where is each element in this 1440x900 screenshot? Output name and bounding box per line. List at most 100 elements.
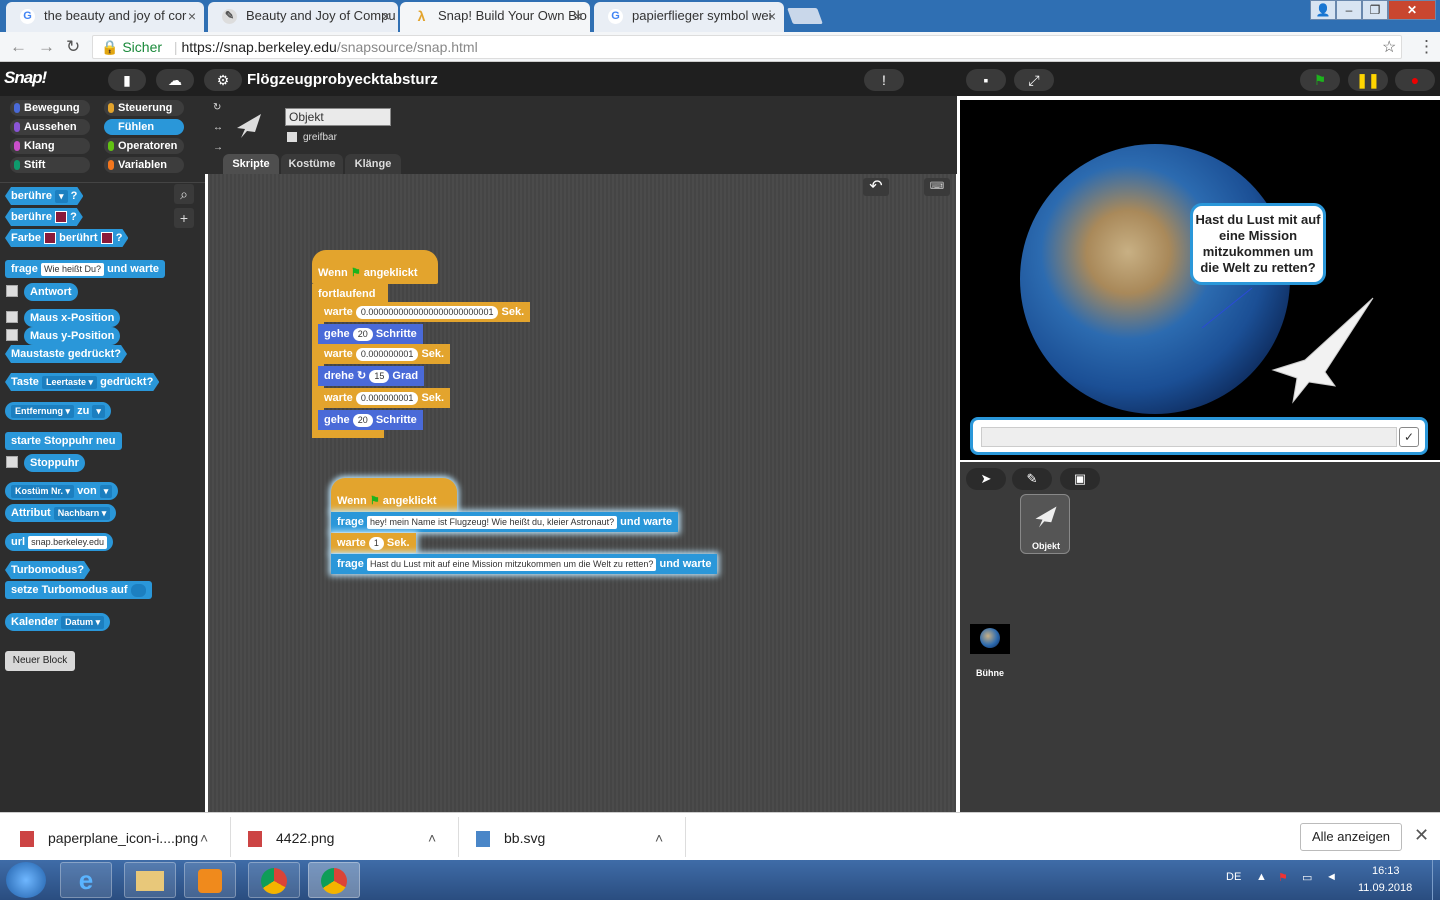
block-starte-stoppuhr[interactable]: starte Stoppuhr neu <box>5 432 122 450</box>
hat-when-flag-clicked[interactable]: Wenn ⚑ angeklickt <box>312 250 438 284</box>
close-tab-icon[interactable]: × <box>768 2 776 30</box>
network-icon[interactable]: ▭ <box>1302 871 1312 884</box>
block-gehe[interactable]: gehe 20 Schritte <box>318 410 423 430</box>
category-stift[interactable]: Stift <box>10 157 90 173</box>
minimize-icon[interactable]: – <box>1336 0 1362 20</box>
watcher-checkbox[interactable] <box>6 456 18 468</box>
boolean-slot[interactable] <box>130 583 147 597</box>
color-swatch[interactable] <box>101 232 113 244</box>
close-tab-icon[interactable]: × <box>188 2 196 30</box>
show-all-downloads-button[interactable]: Alle anzeigen <box>1300 823 1402 851</box>
block-entfernung[interactable]: Entfernung ▾ zu ▾ <box>5 402 111 420</box>
close-download-bar-icon[interactable]: ✕ <box>1414 825 1429 846</box>
block-frage[interactable]: frage Wie heißt Du? und warte <box>5 260 166 278</box>
search-icon[interactable]: ⌕ <box>174 184 194 204</box>
block-input[interactable]: 20 <box>352 413 373 427</box>
block-input[interactable]: 0.0000000000000000000000001 <box>355 305 499 319</box>
stage-thumbnail[interactable] <box>970 624 1010 654</box>
browser-tab-3[interactable]: λ Snap! Build Your Own Blo × <box>400 2 590 32</box>
undo-icon[interactable]: ↶ <box>863 178 889 196</box>
block-input[interactable]: hey! mein Name ist Flugzeug! Wie heißt d… <box>366 515 618 529</box>
new-tab-button[interactable] <box>787 8 823 24</box>
block-input[interactable]: 15 <box>369 369 390 383</box>
start-button[interactable] <box>6 862 46 898</box>
block-input[interactable]: Hast du Lust mit auf eine Mission mitzuk… <box>366 557 657 571</box>
explorer-taskbar-icon[interactable] <box>124 862 176 898</box>
tab-kostueme[interactable]: Kostüme <box>281 154 343 174</box>
forward-icon[interactable]: → <box>38 37 55 57</box>
close-tab-icon[interactable]: × <box>574 2 582 30</box>
tab-skripte[interactable]: Skripte <box>223 154 279 174</box>
action-center-flag-icon[interactable]: ⚑ <box>1278 871 1288 884</box>
chrome-active-taskbar-icon[interactable] <box>308 862 360 898</box>
block-drehe[interactable]: drehe ↻ 15 Grad <box>318 366 425 386</box>
chrome-taskbar-icon[interactable] <box>248 862 300 898</box>
category-variablen[interactable]: Variablen <box>104 157 184 173</box>
hat-when-flag-clicked[interactable]: Wenn ⚑ angeklickt <box>331 478 457 512</box>
browser-tab-1[interactable]: G the beauty and joy of cor × <box>6 2 204 32</box>
block-farbe-beruehrt[interactable]: Farbe berührt ? <box>5 229 128 247</box>
fullscreen-button[interactable]: ⤢ <box>1014 69 1054 91</box>
browser-tab-4[interactable]: G papierflieger symbol wei × <box>594 2 784 32</box>
scripting-area[interactable]: ↶ ⌨ Wenn ⚑ angeklickt fortlaufend warte … <box>208 174 956 812</box>
bookmark-star-icon[interactable]: ☆ <box>1382 37 1396 57</box>
block-input[interactable]: 0.000000001 <box>355 347 419 361</box>
color-swatch[interactable] <box>44 232 56 244</box>
rotation-none-icon[interactable]: → <box>213 142 223 153</box>
language-indicator[interactable]: DE <box>1226 871 1241 883</box>
block-dropdown[interactable]: ▾ <box>92 404 105 418</box>
block-warte[interactable]: warte 0.000000001 Sek. <box>318 344 451 364</box>
block-maustaste[interactable]: Maustaste gedrückt? <box>5 345 127 363</box>
block-turbomodus[interactable]: Turbomodus? <box>5 561 90 579</box>
internet-explorer-taskbar-icon[interactable]: e <box>60 862 112 898</box>
sprite-name-field[interactable]: Objekt <box>285 108 391 126</box>
stage[interactable]: Hast du Lust mit auf eine Mission mitzuk… <box>960 100 1440 460</box>
block-frage[interactable]: frage hey! mein Name ist Flugzeug! Wie h… <box>331 512 679 532</box>
accept-answer-button[interactable]: ✓ <box>1399 427 1419 447</box>
watcher-checkbox[interactable] <box>6 329 18 341</box>
paint-sprite-button[interactable]: ✎ <box>1012 468 1052 490</box>
block-input[interactable]: 1 <box>368 536 384 550</box>
download-item[interactable]: 4422.png <box>248 827 334 849</box>
block-taste-gedrueckt[interactable]: Taste Leertaste ▾ gedrückt? <box>5 373 159 391</box>
normal-stage-button[interactable]: ▪ <box>966 69 1006 91</box>
clock-date[interactable]: 11.09.2018 <box>1358 882 1412 894</box>
block-dropdown[interactable]: Entfernung ▾ <box>11 404 75 418</box>
menu-icon[interactable]: ⋮ <box>1418 37 1435 57</box>
block-dropdown[interactable]: Nachbarn ▾ <box>53 506 111 520</box>
user-icon[interactable]: 👤 <box>1310 0 1336 20</box>
category-aussehen[interactable]: Aussehen <box>10 119 90 135</box>
category-fuehlen[interactable]: Fühlen <box>104 119 184 135</box>
block-kostuem-von[interactable]: Kostüm Nr. ▾ von ▾ <box>5 482 119 500</box>
browser-tab-2[interactable]: ✎ Beauty and Joy of Compu × <box>208 2 398 32</box>
watcher-checkbox[interactable] <box>6 285 18 297</box>
category-klang[interactable]: Klang <box>10 138 90 154</box>
chevron-up-icon[interactable]: ˄ <box>655 827 663 849</box>
close-tab-icon[interactable]: × <box>382 2 390 30</box>
clock-time[interactable]: 16:13 <box>1372 865 1400 877</box>
chevron-up-icon[interactable]: ˄ <box>200 827 208 849</box>
maximize-icon[interactable]: ❐ <box>1362 0 1388 20</box>
block-warte[interactable]: warte 1 Sek. <box>331 533 416 553</box>
media-player-taskbar-icon[interactable] <box>184 862 236 898</box>
download-item[interactable]: bb.svg <box>476 827 545 849</box>
snap-logo[interactable]: Snap! <box>4 68 47 88</box>
block-dropdown[interactable]: ▾ <box>55 190 68 203</box>
plus-icon[interactable]: + <box>174 208 194 228</box>
block-dropdown[interactable]: ▾ <box>99 484 113 498</box>
block-dropdown[interactable]: Datum ▾ <box>61 615 105 629</box>
back-icon[interactable]: ← <box>10 37 27 57</box>
block-beruehre-farbe[interactable]: berühre ? <box>5 208 83 226</box>
reload-icon[interactable]: ↻ <box>66 37 80 57</box>
block-maus-y[interactable]: Maus y-Position <box>24 327 121 345</box>
category-operatoren[interactable]: Operatoren <box>104 138 184 154</box>
add-turtle-sprite-button[interactable]: ➤ <box>966 468 1006 490</box>
tab-klaenge[interactable]: Klänge <box>345 154 401 174</box>
new-block-button[interactable]: Neuer Block <box>5 651 75 671</box>
volume-icon[interactable]: ◄ <box>1326 871 1337 883</box>
category-bewegung[interactable]: Bewegung <box>10 100 90 116</box>
category-steuerung[interactable]: Steuerung <box>104 100 184 116</box>
block-input[interactable]: 0.000000001 <box>355 391 419 405</box>
block-beruehre[interactable]: berühre ▾ ? <box>5 187 83 205</box>
block-setze-turbomodus[interactable]: setze Turbomodus auf <box>5 581 153 599</box>
